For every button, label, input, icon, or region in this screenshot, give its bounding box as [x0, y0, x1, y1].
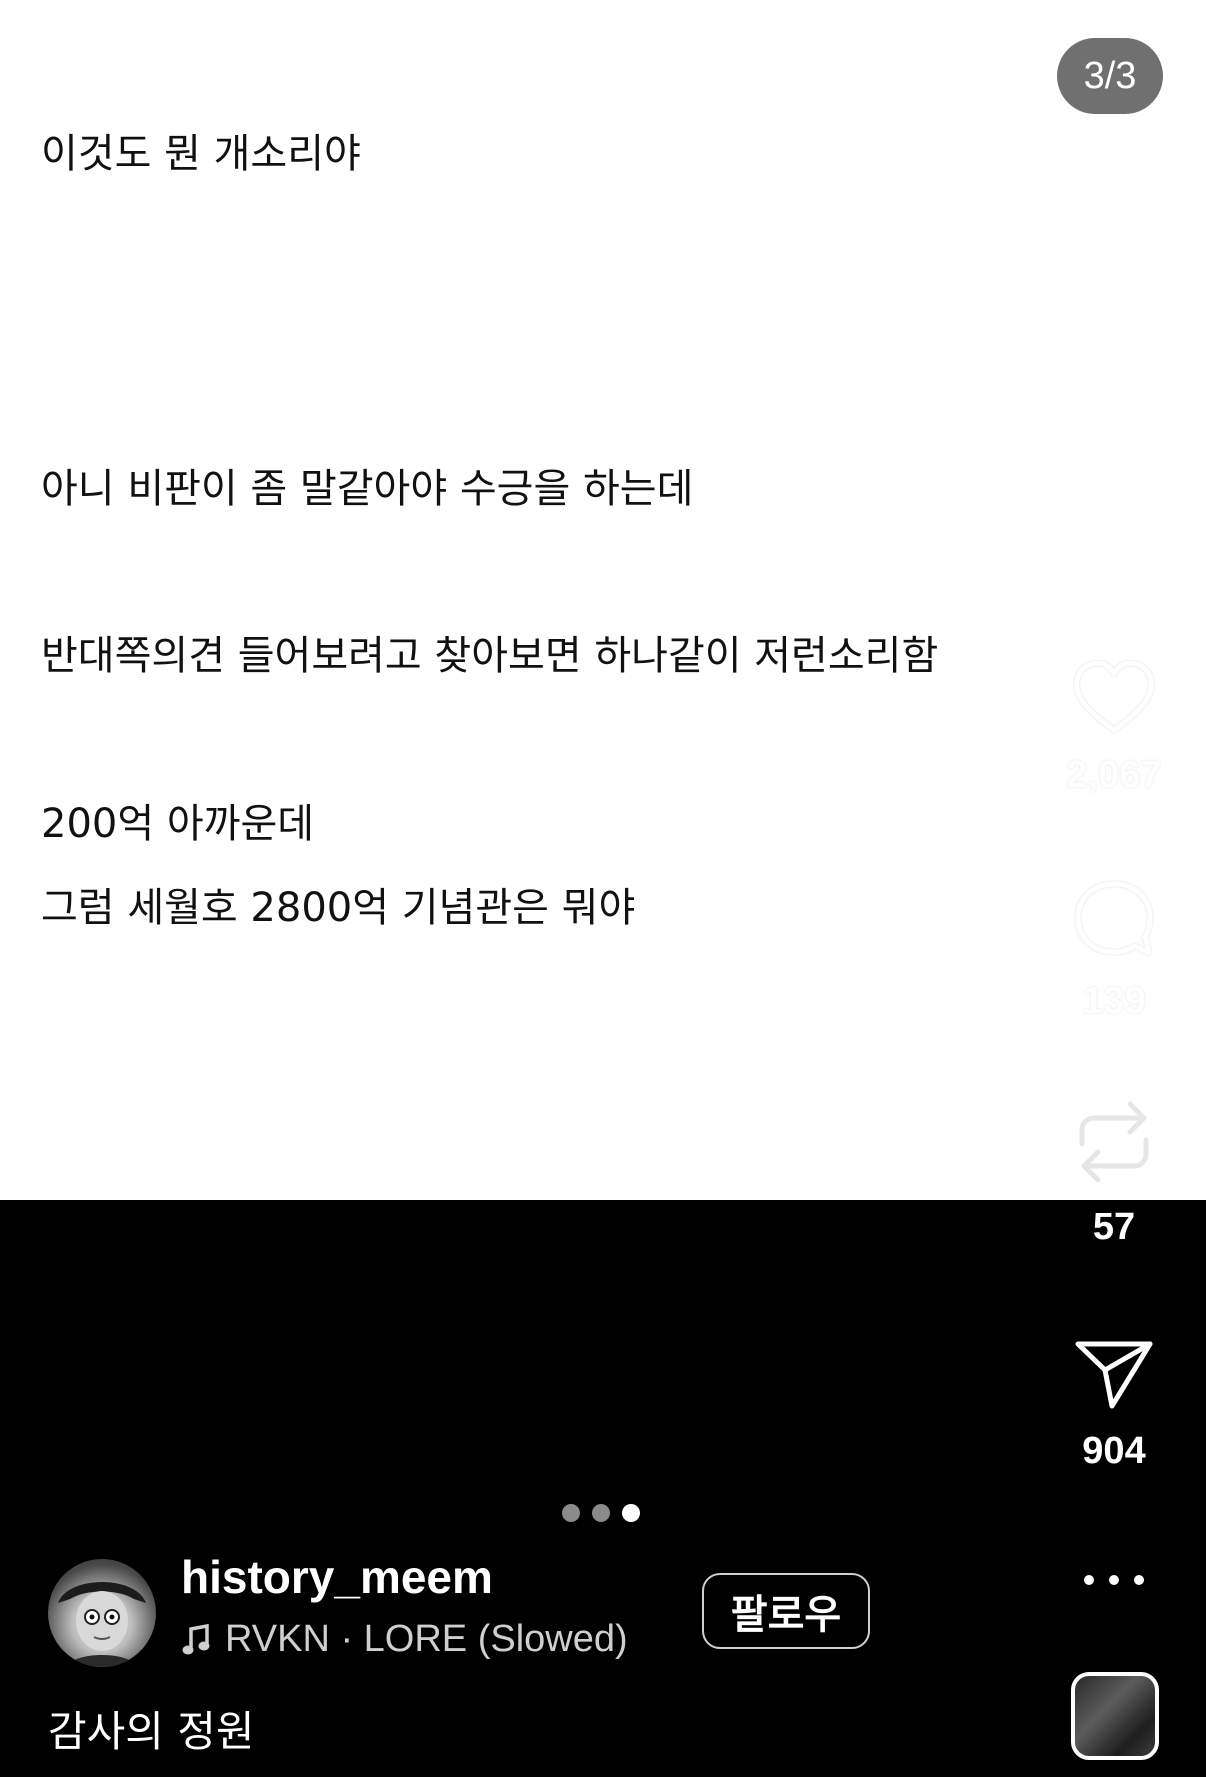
carousel-dot-active [622, 1504, 640, 1522]
follow-button[interactable]: 팔로우 [702, 1573, 870, 1649]
avatar-illustration [58, 1582, 146, 1667]
comment-button[interactable]: 139 [1054, 878, 1174, 1023]
send-icon [1075, 1341, 1153, 1409]
music-info[interactable]: RVKN · LORE (Slowed) [181, 1618, 628, 1661]
like-button[interactable]: 2,067 [1054, 660, 1174, 797]
carousel-dot [592, 1504, 610, 1522]
repost-button[interactable]: 57 [1054, 1096, 1174, 1249]
music-title: RVKN · LORE (Slowed) [225, 1618, 628, 1660]
post-text-line: 그럼 세월호 2800억 기념관은 뭐야 [41, 885, 636, 931]
comment-count: 139 [1082, 980, 1146, 1022]
carousel-dot [562, 1504, 580, 1522]
music-note-icon [182, 1623, 210, 1654]
author-username[interactable]: history_meem [181, 1550, 493, 1604]
repost-icon [1079, 1101, 1149, 1183]
carousel-counter-badge: 3/3 [1057, 38, 1163, 114]
like-count: 2,067 [1066, 754, 1162, 796]
share-button[interactable]: 904 [1054, 1336, 1174, 1473]
post-text-line: 이것도 뭔 개소리야 [41, 131, 361, 177]
comment-bubble-icon [1075, 881, 1153, 956]
heart-icon [1074, 660, 1154, 733]
post-text-line: 반대쪽의견 들어보려고 찾아보면 하나같이 저런소리함 [41, 633, 939, 679]
repost-count: 57 [1092, 1206, 1136, 1248]
post-caption[interactable]: 감사의 정원 [48, 1698, 255, 1759]
post-text-line: 200억 아까운데 [41, 801, 315, 847]
share-count: 904 [1082, 1430, 1146, 1472]
carousel-indicator [562, 1504, 640, 1522]
post-text-line: 아니 비판이 좀 말같아야 수긍을 하는데 [41, 466, 694, 512]
more-options-icon[interactable] [1084, 1560, 1144, 1600]
avatar[interactable] [48, 1559, 156, 1667]
post-image: 3/3 이것도 뭔 개소리야 아니 비판이 좀 말같아야 수긍을 하는데 반대쪽… [0, 0, 1206, 1200]
audio-thumbnail[interactable] [1071, 1672, 1159, 1760]
